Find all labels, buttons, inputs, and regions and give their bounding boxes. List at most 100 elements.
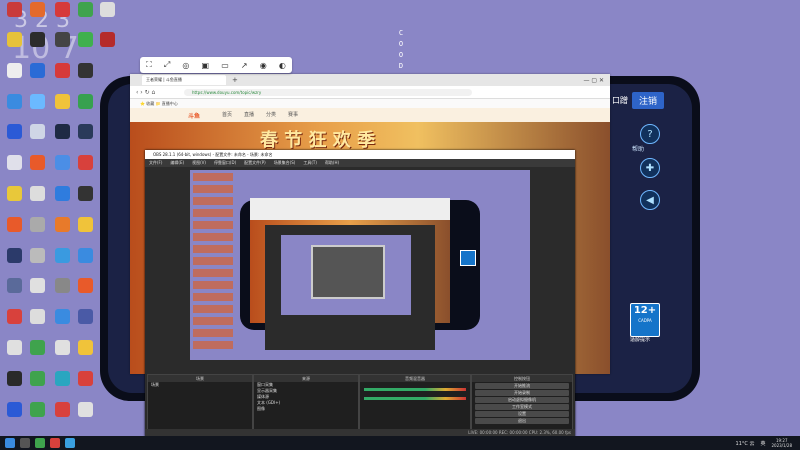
desktop-icon[interactable] [27, 309, 47, 324]
desktop-icon[interactable] [52, 248, 72, 263]
desktop-icon[interactable] [4, 402, 24, 417]
desktop-icon[interactable] [52, 32, 72, 47]
weather[interactable]: 11°C 云 [736, 440, 755, 447]
desktop-icon[interactable] [97, 32, 117, 47]
desktop-icon[interactable] [52, 278, 72, 293]
desktop-icon[interactable] [75, 2, 95, 17]
desktop-icon[interactable] [52, 309, 72, 324]
obs-control-button[interactable]: 开始录制 [475, 390, 569, 396]
expand-icon[interactable]: ⤢ [164, 60, 170, 70]
ime-indicator[interactable]: 英 [760, 440, 765, 447]
taskbar-app-icon[interactable] [65, 438, 75, 448]
desktop-icon[interactable] [52, 371, 72, 386]
volume-button[interactable]: ◀ [640, 190, 660, 210]
desktop-icon[interactable] [52, 155, 72, 170]
taskbar-app-icon[interactable] [35, 438, 45, 448]
new-tab-icon[interactable]: + [232, 76, 238, 84]
desktop-icon[interactable] [4, 278, 24, 293]
desktop-icon[interactable] [27, 32, 47, 47]
desktop-icon[interactable] [52, 217, 72, 232]
desktop-icon[interactable] [27, 94, 47, 109]
desktop-icon[interactable] [27, 217, 47, 232]
desktop-icon[interactable] [52, 340, 72, 355]
site-nav-item[interactable]: 首页 [222, 112, 232, 118]
gamepad-button[interactable]: ✚ [640, 158, 660, 178]
desktop-icon[interactable] [4, 309, 24, 324]
site-logo[interactable]: 斗鱼 [188, 111, 200, 120]
desktop-icon[interactable] [27, 63, 47, 78]
desktop-icon[interactable] [27, 371, 47, 386]
desktop-icon[interactable] [4, 186, 24, 201]
site-nav-item[interactable]: 分类 [266, 112, 276, 118]
desktop-icon[interactable] [75, 124, 95, 139]
obs-control-button[interactable]: 启动虚拟摄像机 [475, 397, 569, 403]
desktop-icon[interactable] [27, 340, 47, 355]
desktop-icon[interactable] [75, 309, 95, 324]
desktop-icon[interactable] [4, 371, 24, 386]
start-icon[interactable] [5, 438, 15, 448]
desktop-icon[interactable] [4, 340, 24, 355]
desktop-icon[interactable] [52, 63, 72, 78]
window-controls[interactable]: — ▢ ✕ [583, 77, 604, 84]
desktop-icon[interactable] [52, 186, 72, 201]
desktop-icon[interactable] [75, 340, 95, 355]
desktop-icon[interactable] [27, 402, 47, 417]
desktop-icon[interactable] [4, 217, 24, 232]
desktop-icon[interactable] [75, 186, 95, 201]
headset-icon[interactable]: ◐ [279, 61, 286, 70]
desktop-icon[interactable] [75, 402, 95, 417]
record-icon[interactable]: ◉ [260, 61, 267, 70]
obs-menu-item[interactable]: 场景集合(S) [274, 160, 296, 165]
desktop-icon[interactable] [4, 2, 24, 17]
video-icon[interactable]: ▣ [201, 61, 209, 70]
desktop-icon[interactable] [27, 248, 47, 263]
obs-menu-item[interactable]: 编辑(E) [170, 160, 184, 165]
desktop-icon[interactable] [75, 155, 95, 170]
desktop-icon[interactable] [75, 278, 95, 293]
desktop-icon[interactable] [4, 94, 24, 109]
desktop-icon[interactable] [4, 248, 24, 263]
obs-menu-item[interactable]: 视图(V) [192, 160, 206, 165]
desktop-icon[interactable] [97, 2, 117, 17]
obs-control-button[interactable]: 退出 [475, 418, 569, 424]
desktop-icon[interactable] [27, 278, 47, 293]
obs-control-button[interactable]: 开始推流 [475, 383, 569, 389]
desktop-icon[interactable] [52, 94, 72, 109]
help-button[interactable]: ? [640, 124, 660, 144]
crop-icon[interactable]: ⛶ [146, 60, 152, 70]
obs-control-button[interactable]: 设置 [475, 411, 569, 417]
obs-menu-item[interactable]: 停靠窗口(D) [214, 160, 236, 165]
desktop-icon[interactable] [75, 371, 95, 386]
desktop-icon[interactable] [52, 124, 72, 139]
source-item[interactable]: 图像 [254, 406, 358, 412]
desktop-icon[interactable] [27, 2, 47, 17]
url-input[interactable]: https://www.douyu.com/topic/wzry [184, 88, 472, 96]
scene-item[interactable]: 场景 [148, 382, 252, 388]
desktop-icon[interactable] [4, 155, 24, 170]
site-nav-item[interactable]: 赛事 [288, 112, 298, 118]
desktop-icon[interactable] [27, 124, 47, 139]
obs-menu-item[interactable]: 配置文件(P) [244, 160, 266, 165]
desktop-icon[interactable] [75, 248, 95, 263]
desktop-icon[interactable] [75, 94, 95, 109]
site-nav-item[interactable]: 直播 [244, 112, 254, 118]
logout-button[interactable]: 注销 [632, 91, 665, 109]
desktop-icon[interactable] [4, 63, 24, 78]
desktop-icon[interactable] [4, 32, 24, 47]
obs-menu-item[interactable]: 帮助(H) [325, 160, 339, 165]
task-view-icon[interactable] [20, 438, 30, 448]
browser-tab[interactable]: 王者荣耀 | 斗鱼直播 [142, 75, 226, 85]
desktop-icon[interactable] [27, 155, 47, 170]
desktop-icon[interactable] [75, 217, 95, 232]
taskbar-app-icon[interactable] [50, 438, 60, 448]
obs-menu-item[interactable]: 文件(F) [149, 160, 162, 165]
obs-menu-item[interactable]: 工具(T) [303, 160, 317, 165]
back-icon[interactable]: ‹ › ↻ ⌂ [136, 89, 155, 96]
desktop-icon[interactable] [75, 63, 95, 78]
desktop-icon[interactable] [75, 32, 95, 47]
camera-icon[interactable]: ◎ [182, 61, 189, 70]
screen-icon[interactable]: ▭ [221, 61, 229, 70]
obs-control-button[interactable]: 工作室模式 [475, 404, 569, 410]
desktop-icon[interactable] [4, 124, 24, 139]
desktop-icon[interactable] [27, 186, 47, 201]
